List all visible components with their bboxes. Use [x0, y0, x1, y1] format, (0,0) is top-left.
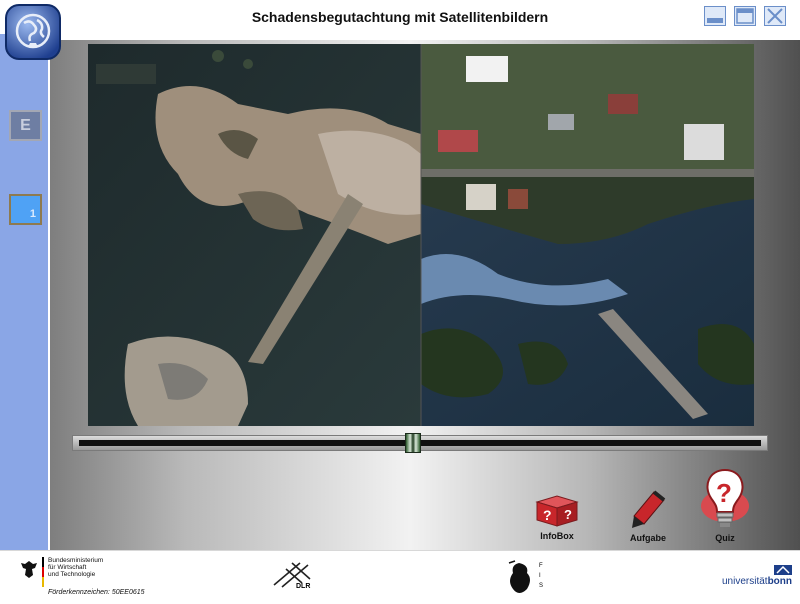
satellite-image-comparison[interactable]	[88, 44, 754, 426]
maximize-icon	[736, 8, 754, 24]
question-box-icon: ? ?	[535, 495, 579, 527]
dlr-label: DLR	[296, 583, 311, 590]
university-mark-icon	[774, 565, 792, 575]
image-before-damage	[421, 44, 754, 426]
svg-text:?: ?	[716, 478, 732, 508]
main-stage: ? ? InfoBox Aufgabe ? Quiz	[50, 40, 800, 550]
globe-logo-icon[interactable]	[4, 3, 62, 61]
infobox-label: InfoBox	[540, 531, 574, 541]
ministry-logo: Bundesministerium für Wirtschaft und Tec…	[20, 557, 200, 597]
minimize-button[interactable]	[704, 6, 726, 26]
language-button[interactable]: E	[9, 110, 42, 141]
minimize-icon	[707, 18, 723, 23]
university-name: universitätbonn	[722, 576, 792, 587]
pencil-icon	[632, 490, 666, 528]
image-comparison-slider[interactable]	[72, 433, 768, 453]
svg-text:?: ?	[543, 507, 552, 523]
svg-text:?: ?	[564, 507, 572, 522]
university-bonn: bonn	[767, 576, 793, 587]
close-icon	[767, 8, 783, 24]
maximize-button[interactable]	[734, 6, 756, 26]
ministry-line: und Technologie	[48, 571, 96, 578]
quiz-button[interactable]: ? Quiz	[695, 466, 755, 543]
ministry-line: Bundesministerium	[48, 557, 104, 564]
fis-label: FIS	[539, 563, 544, 589]
ministry-name: Bundesministerium für Wirtschaft und Tec…	[48, 557, 103, 578]
university-bonn-logo: universitätbonn	[722, 565, 794, 589]
infobox-button[interactable]: ? ? InfoBox	[527, 492, 587, 541]
aufgabe-label: Aufgabe	[630, 533, 666, 543]
footer: Bundesministerium für Wirtschaft und Tec…	[0, 550, 800, 601]
slider-handle[interactable]	[405, 433, 421, 453]
ministry-line: für Wirtschaft	[48, 564, 87, 571]
dlr-logo: DLR	[272, 559, 316, 593]
close-button[interactable]	[764, 6, 786, 26]
title-bar: Schadensbegutachtung mit Satellitenbilde…	[0, 0, 800, 34]
page-number: 1	[29, 208, 36, 220]
aufgabe-button[interactable]: Aufgabe	[618, 490, 678, 543]
page-button[interactable]: 1	[9, 194, 42, 225]
eagle-icon	[21, 561, 37, 578]
university-prefix: universität	[722, 576, 768, 587]
fis-icon	[508, 560, 530, 593]
lightbulb-question-icon: ?	[701, 468, 749, 527]
sidebar: E 1	[0, 34, 48, 550]
window-title: Schadensbegutachtung mit Satellitenbilde…	[251, 9, 549, 25]
quiz-label: Quiz	[715, 533, 735, 543]
flag-bar	[42, 557, 44, 587]
fis-logo: FIS	[507, 559, 547, 599]
funding-reference: Förderkennzeichen: 50EE0615	[48, 589, 145, 596]
image-after-damage	[88, 44, 421, 426]
